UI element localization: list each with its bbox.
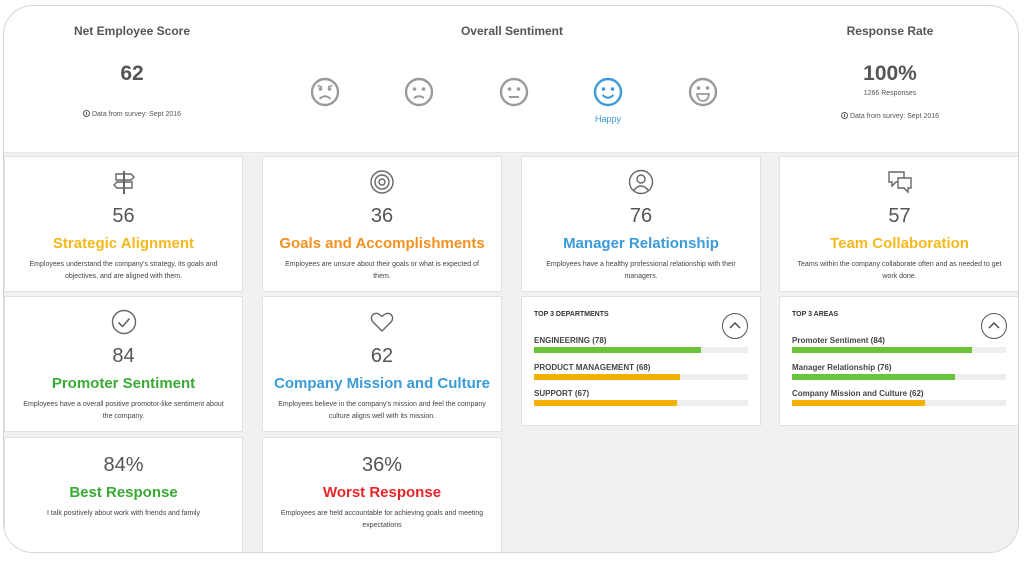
top-area-label: Company Mission and Culture (62) bbox=[792, 389, 924, 398]
overall-sentiment-panel: Overall Sentiment Happy bbox=[272, 6, 752, 152]
strategic-alignment-title: Strategic Alignment bbox=[52, 235, 195, 252]
response-rate-title: Response Rate bbox=[846, 24, 934, 38]
dashboard-frame: Net Employee Score 62 Data from survey: … bbox=[3, 5, 1019, 553]
company-mission-score: 62 bbox=[370, 345, 394, 367]
team-collaboration-description: Teams within the company collaborate oft… bbox=[797, 261, 1002, 280]
promoter-sentiment-score: 84 bbox=[112, 345, 135, 367]
top-area-bar-track bbox=[792, 400, 1006, 406]
net-employee-score-value: 62 bbox=[120, 62, 144, 85]
response-rate-note: Data from survey: Sept 2016 bbox=[790, 112, 990, 120]
top-department-item: PRODUCT MANAGEMENT (68) bbox=[534, 363, 748, 380]
top-department-bar-fill bbox=[534, 347, 701, 353]
heart-icon bbox=[369, 309, 395, 335]
top-department-label: ENGINEERING (78) bbox=[534, 336, 607, 345]
neutral-face-icon[interactable] bbox=[498, 76, 530, 108]
happy-face-icon[interactable] bbox=[592, 76, 624, 108]
team-collaboration-score: 57 bbox=[888, 205, 911, 227]
signpost-icon bbox=[111, 169, 137, 195]
company-mission-card[interactable]: 62 Company Mission and Culture Employees… bbox=[262, 296, 502, 432]
top-area-item: Manager Relationship (76) bbox=[792, 363, 1006, 380]
very-happy-face-icon[interactable] bbox=[687, 76, 719, 108]
clock-icon bbox=[840, 112, 848, 119]
overall-sentiment-title: Overall Sentiment bbox=[460, 24, 564, 38]
promoter-sentiment-title: Promoter Sentiment bbox=[51, 375, 196, 392]
worst-response-title: Worst Response bbox=[322, 484, 442, 501]
top-area-bar-fill bbox=[792, 347, 972, 353]
response-rate-value: 100% bbox=[863, 62, 917, 85]
summary-bar: Net Employee Score 62 Data from survey: … bbox=[4, 6, 1018, 152]
top-departments-title: TOP 3 DEPARTMENTS bbox=[534, 311, 609, 318]
worst-response-description: Employees are held accountable for achie… bbox=[280, 510, 484, 529]
top-department-bar-track bbox=[534, 374, 748, 380]
manager-relationship-description: Employees have a healthy professional re… bbox=[546, 261, 736, 280]
promoter-sentiment-description: Employees have a overall positive promot… bbox=[23, 401, 224, 420]
top-department-label: PRODUCT MANAGEMENT (68) bbox=[534, 363, 651, 372]
target-icon bbox=[369, 169, 395, 195]
net-employee-score-note: Data from survey: Sept 2016 bbox=[32, 110, 232, 118]
manager-relationship-score: 76 bbox=[629, 205, 653, 227]
top-department-bar-fill bbox=[534, 400, 678, 406]
checkmark-icon bbox=[111, 309, 137, 335]
strategic-alignment-description: Employees understand the company's strat… bbox=[29, 261, 218, 280]
company-mission-title: Company Mission and Culture bbox=[274, 375, 490, 392]
very-unhappy-face-icon[interactable] bbox=[309, 76, 341, 108]
worst-response-card[interactable]: 36% Worst Response Employees are held ac… bbox=[262, 437, 502, 552]
team-collaboration-title: Team Collaboration bbox=[830, 235, 969, 252]
top-department-bar-track bbox=[534, 347, 748, 353]
top-department-bar-track bbox=[534, 400, 748, 406]
person-icon bbox=[628, 169, 654, 195]
response-count: 1266 Responses bbox=[863, 90, 917, 97]
best-response-title: Best Response bbox=[69, 484, 178, 501]
goals-accomplishments-card[interactable]: 36 Goals and Accomplishments Employees a… bbox=[262, 156, 502, 292]
promoter-sentiment-card[interactable]: 84 Promoter Sentiment Employees have a o… bbox=[4, 296, 243, 432]
top-department-item: SUPPORT (67) bbox=[534, 389, 748, 406]
top-area-item: Company Mission and Culture (62) bbox=[792, 389, 1006, 406]
best-response-score: 84% bbox=[103, 454, 144, 476]
clock-icon bbox=[82, 110, 90, 117]
unhappy-face-icon[interactable] bbox=[403, 76, 435, 108]
top-area-label: Promoter Sentiment (84) bbox=[792, 336, 885, 345]
manager-relationship-title: Manager Relationship bbox=[563, 235, 719, 252]
net-employee-score-note-text: Data from survey: Sept 2016 bbox=[91, 111, 182, 118]
chat-bubbles-icon bbox=[887, 169, 913, 195]
top-area-bar-track bbox=[792, 347, 1006, 353]
goals-accomplishments-title: Goals and Accomplishments bbox=[279, 235, 485, 252]
strategic-alignment-card[interactable]: 56 Strategic Alignment Employees underst… bbox=[4, 156, 243, 292]
top-area-item: Promoter Sentiment (84) bbox=[792, 336, 1006, 353]
selected-sentiment-label: Happy bbox=[594, 114, 621, 124]
top-department-item: ENGINEERING (78) bbox=[534, 336, 748, 353]
sentiment-faces bbox=[272, 76, 752, 112]
best-response-description: I talk positively about work with friend… bbox=[47, 510, 200, 517]
top-department-bar-fill bbox=[534, 374, 680, 380]
manager-relationship-card[interactable]: 76 Manager Relationship Employees have a… bbox=[521, 156, 761, 292]
top-area-bar-fill bbox=[792, 400, 925, 406]
company-mission-description: Employees believe in the company's missi… bbox=[278, 401, 486, 420]
top-area-label: Manager Relationship (76) bbox=[792, 363, 892, 372]
team-collaboration-card[interactable]: 57 Team Collaboration Teams within the c… bbox=[779, 156, 1018, 292]
top-areas-title: TOP 3 AREAS bbox=[792, 311, 839, 318]
net-employee-score-title: Net Employee Score bbox=[73, 24, 191, 38]
worst-response-score: 36% bbox=[361, 454, 403, 476]
net-employee-score-panel: Net Employee Score 62 Data from survey: … bbox=[32, 6, 232, 152]
response-rate-panel: Response Rate 100% 1266 Responses Data f… bbox=[790, 6, 990, 152]
top-area-bar-fill bbox=[792, 374, 955, 380]
goals-accomplishments-score: 36 bbox=[370, 205, 394, 227]
top-departments-card: TOP 3 DEPARTMENTS ENGINEERING (78) PRODU… bbox=[521, 296, 761, 426]
top-areas-card: TOP 3 AREAS Promoter Sentiment (84) Mana… bbox=[779, 296, 1018, 426]
best-response-card[interactable]: 84% Best Response I talk positively abou… bbox=[4, 437, 243, 552]
top-area-bar-track bbox=[792, 374, 1006, 380]
metrics-grid: 56 Strategic Alignment Employees underst… bbox=[4, 153, 1018, 552]
goals-accomplishments-description: Employees are unsure about their goals o… bbox=[285, 261, 479, 280]
top-department-label: SUPPORT (67) bbox=[534, 389, 590, 398]
response-rate-note-text: Data from survey: Sept 2016 bbox=[849, 113, 940, 120]
strategic-alignment-score: 56 bbox=[112, 205, 135, 227]
